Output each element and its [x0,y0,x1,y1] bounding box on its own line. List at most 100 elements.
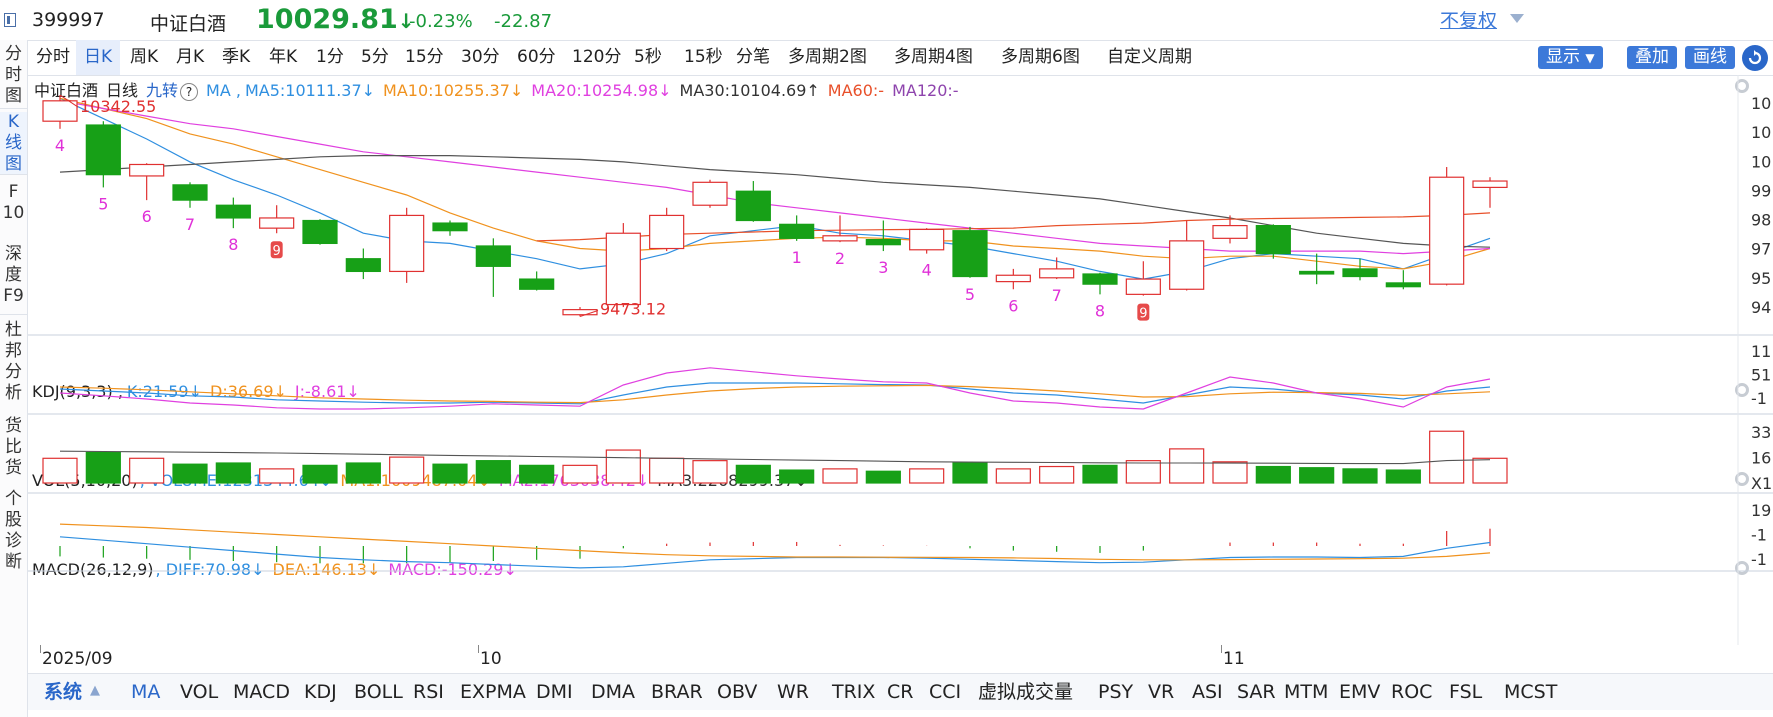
volume-bar[interactable] [952,462,988,484]
candle-body[interactable] [605,232,641,306]
indicator-tab[interactable]: EXPMA [460,674,526,710]
volume-bar[interactable] [692,460,728,484]
indicator-tab[interactable]: CR [887,674,913,710]
period-tab[interactable]: 月K [168,40,212,75]
period-tab[interactable]: 季K [214,40,258,75]
volume-bar[interactable] [1385,469,1421,484]
window-toggle-icon[interactable] [4,13,16,27]
indicator-tab[interactable]: MCST [1504,674,1557,710]
left-nav-item[interactable]: F 10 [0,176,27,230]
period-tab[interactable]: 多周期6图 [993,40,1088,75]
candle-body[interactable] [909,228,945,251]
volume-bar[interactable] [475,460,511,484]
volume-bar[interactable] [1125,460,1161,484]
candle-body[interactable] [1429,176,1465,285]
indicator-tab[interactable]: MA [131,674,160,710]
system-tab[interactable]: 系统 [44,674,82,710]
indicator-tab[interactable]: MTM [1284,674,1328,710]
left-nav-item[interactable]: 个股诊断 [0,486,27,576]
period-tab[interactable]: 自定义周期 [1099,40,1200,75]
candle-body[interactable] [779,223,815,239]
refresh-icon[interactable] [1742,45,1768,71]
period-tab[interactable]: 5秒 [626,40,670,75]
left-nav-item[interactable]: K线图 [0,112,27,175]
candle-body[interactable] [1082,273,1118,285]
indicator-tab[interactable]: BRAR [651,674,703,710]
period-tab[interactable]: 多周期4图 [886,40,981,75]
candle-body[interactable] [952,230,988,278]
candle-body[interactable] [1169,240,1205,290]
caret-up-icon[interactable]: ▲ [90,683,100,698]
overlay-button[interactable]: 叠加 [1627,46,1677,69]
period-tab[interactable]: 1分 [308,40,352,75]
candle-body[interactable] [1385,282,1421,288]
volume-bar[interactable] [1169,448,1205,484]
volume-bar[interactable] [215,462,251,484]
candle-body[interactable] [259,217,295,229]
volume-bar[interactable] [1429,430,1465,484]
candle-body[interactable] [822,235,858,242]
period-tab[interactable]: 分笔 [728,40,778,75]
candle-body[interactable] [172,184,208,201]
candle-body[interactable] [42,100,78,122]
candle-body[interactable] [475,245,511,267]
period-tab[interactable]: 120分 [564,40,629,75]
indicator-tab[interactable]: FSL [1449,674,1482,710]
volume-bar[interactable] [259,468,295,484]
volume-bar[interactable] [865,470,901,484]
indicator-tab[interactable]: 虚拟成交量 [978,674,1073,710]
volume-bar[interactable] [822,468,858,484]
indicator-tab[interactable]: BOLL [354,674,403,710]
period-tab[interactable]: 5分 [353,40,397,75]
volume-bar[interactable] [1039,465,1075,484]
volume-bar[interactable] [129,457,165,484]
left-nav-item[interactable]: 深度 F9 [0,236,27,315]
volume-bar[interactable] [995,468,1031,484]
candle-body[interactable] [215,204,251,219]
candle-body[interactable] [995,274,1031,283]
period-tab[interactable]: 15秒 [676,40,731,75]
volume-bar[interactable] [389,456,425,484]
candle-body[interactable] [1299,270,1335,275]
volume-bar[interactable] [1299,467,1335,484]
period-tab[interactable]: 年K [261,40,305,75]
left-nav-item[interactable]: 货比货 [0,412,27,482]
volume-bar[interactable] [172,463,208,484]
left-nav-item[interactable]: 分时图 [0,42,27,109]
left-nav-item[interactable]: 杜邦分析 [0,316,27,408]
indicator-tab[interactable]: WR [777,674,809,710]
indicator-tab[interactable]: DMI [536,674,573,710]
volume-bar[interactable] [85,451,121,484]
volume-bar[interactable] [779,469,815,484]
candle-body[interactable] [302,219,338,245]
volume-bar[interactable] [909,468,945,484]
volume-bar[interactable] [1342,468,1378,484]
kline-chart[interactable]: 4 5 6 7 8 9 1 2 3 4 5 6 7 8 9 10342.55 9473.12 10 10 10 99 98… [28,75,1773,645]
indicator-tab[interactable]: RSI [413,674,444,710]
volume-bar[interactable] [735,464,771,484]
indicator-tab[interactable]: TRIX [832,674,875,710]
volume-bar[interactable] [345,462,381,484]
candle-body[interactable] [1125,278,1161,295]
candle-body[interactable] [1342,268,1378,278]
indicator-tab[interactable]: DMA [591,674,635,710]
candle-body[interactable] [432,222,468,232]
volume-bar[interactable] [649,457,685,484]
candle-body[interactable] [735,190,771,222]
candle-body[interactable] [519,278,555,290]
volume-bar[interactable] [432,463,468,484]
indicator-tab[interactable]: VR [1148,674,1174,710]
candle-body[interactable] [1212,224,1248,239]
indicator-tab[interactable]: PSY [1098,674,1133,710]
period-tab[interactable]: 60分 [509,40,564,75]
volume-bar[interactable] [302,464,338,484]
draw-line-button[interactable]: 画线 [1685,46,1735,69]
indicator-tab[interactable]: EMV [1339,674,1380,710]
candle-body[interactable] [1039,268,1075,279]
candle-body[interactable] [345,258,381,273]
period-tab[interactable]: 周K [122,40,166,75]
candle-body[interactable] [865,239,901,246]
indicator-tab[interactable]: ASI [1192,674,1223,710]
fuquan-select[interactable]: 不复权 [1440,6,1497,33]
indicator-tab[interactable]: OBV [717,674,757,710]
